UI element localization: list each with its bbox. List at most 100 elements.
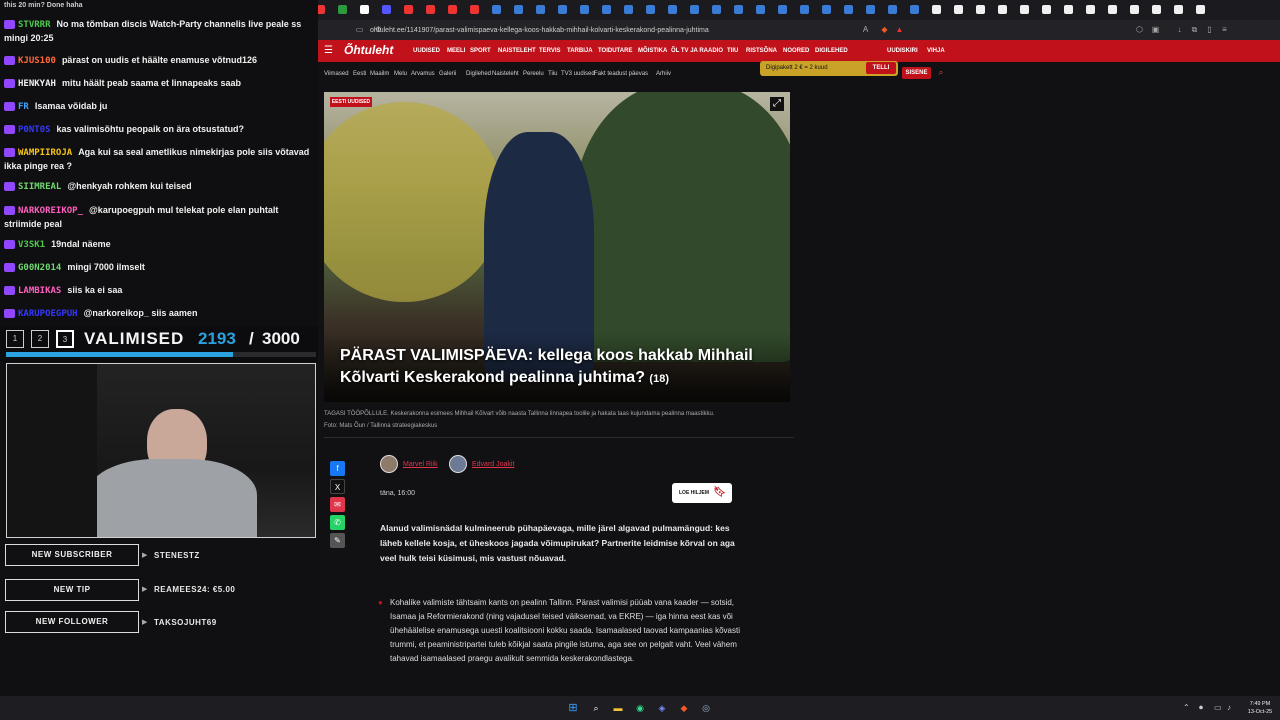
browser-tab-favicon[interactable] [1042,5,1051,14]
extension-icon[interactable]: ⬡ [1135,25,1144,34]
subnav-item[interactable]: Tiiu [548,69,557,79]
sign-in-button[interactable]: SISENE [902,67,931,79]
subnav-item[interactable]: Melu [394,69,407,79]
browser-tab-favicon[interactable] [1064,5,1073,14]
facebook-share-icon[interactable]: f [330,461,345,476]
discord-icon[interactable]: ◈ [656,702,668,714]
article-title[interactable]: PÄRAST VALIMISPÄEVA: kellega koos hakkab… [340,345,760,390]
browser-tab-favicon[interactable] [1086,5,1095,14]
subnav-item[interactable]: Naisteleht [492,69,519,79]
volume-icon[interactable]: ♪ [1227,703,1231,713]
browser-tab-favicon[interactable] [822,5,831,14]
read-later-button[interactable]: LOE HILJEM 🔖︎ [672,483,732,503]
category-tag[interactable]: EESTI UUDISED [330,97,372,107]
obs-icon[interactable]: ◉ [634,702,646,714]
nav-item[interactable]: TERVIS [539,46,561,56]
edit-icon[interactable]: ✎ [330,533,345,548]
browser-tab-favicon[interactable] [1130,5,1139,14]
subnav-item[interactable]: Fakt teadust päevas [594,69,648,79]
browser-tab-favicon[interactable] [778,5,787,14]
browser-tab-favicon[interactable] [338,5,347,14]
bookmark-icon[interactable]: ▭ [355,25,364,34]
clock[interactable]: 7:49 PM 13-Oct-25 [1242,700,1278,716]
rewards-icon[interactable]: ▲ [895,25,904,34]
screenshot-icon[interactable]: ⧉ [1190,25,1199,34]
browser-tab-favicon[interactable] [976,5,985,14]
nav-item[interactable]: MÕISTIKA [638,46,667,56]
file-explorer-icon[interactable]: ▬ [612,702,624,714]
nav-item[interactable]: TARBIJA [567,46,593,56]
browser-tab-favicon[interactable] [800,5,809,14]
nav-item[interactable]: NOORED [783,46,809,56]
subnav-item[interactable]: Arhiiv [656,69,671,79]
translate-icon[interactable]: A [861,25,870,34]
nav-item-right[interactable]: VIHJA [927,46,945,56]
microphone-icon[interactable]: ⏺ [1199,703,1203,713]
browser-tab-favicon[interactable] [734,5,743,14]
browser-tab-favicon[interactable] [1020,5,1029,14]
subnav-item[interactable]: Galerii [439,69,456,79]
browser-tab-favicon[interactable] [954,5,963,14]
subnav-item[interactable]: Viimased [324,69,349,79]
brave-icon[interactable]: ◆ [678,702,690,714]
browser-tab-favicon[interactable] [668,5,677,14]
browser-tab-favicon[interactable] [602,5,611,14]
browser-tab-favicon[interactable] [470,5,479,14]
subnav-item[interactable]: Maailm [370,69,389,79]
browser-tab-favicon[interactable] [580,5,589,14]
comment-count[interactable]: (18) [649,373,669,385]
author-avatar[interactable] [449,455,467,473]
browser-tab-favicon[interactable] [558,5,567,14]
browser-tab-favicon[interactable] [448,5,457,14]
nav-item[interactable]: TIIU [727,46,738,56]
browser-tab-favicon[interactable] [998,5,1007,14]
browser-tab-favicon[interactable] [646,5,655,14]
brave-shield-icon[interactable]: ◆ [880,25,889,34]
browser-tab-favicon[interactable] [382,5,391,14]
tray-chevron-icon[interactable]: ⌃ [1183,703,1190,713]
subscribe-button[interactable]: TELLI [866,62,896,74]
nav-item[interactable]: NAISTELEHT [498,46,536,56]
browser-tab-favicon[interactable] [1108,5,1117,14]
browser-tab-favicon[interactable] [426,5,435,14]
browser-tab-favicon[interactable] [360,5,369,14]
browser-tab-favicon[interactable] [1152,5,1161,14]
browser-tab-favicon[interactable] [932,5,941,14]
browser-tab-favicon[interactable] [866,5,875,14]
nav-item[interactable]: RISTSÕNA [746,46,777,56]
browser-tab-favicon[interactable] [1174,5,1183,14]
search-icon[interactable]: ⌕ [590,702,602,714]
browser-tab-favicon[interactable] [536,5,545,14]
url-text[interactable]: ohtuleht.ee/1141907/parast-valimispaeva-… [370,23,850,38]
hamburger-menu-icon[interactable]: ☰ [324,45,333,57]
browser-tab-favicon[interactable] [404,5,413,14]
browser-tab-favicon[interactable] [1196,5,1205,14]
steam-icon[interactable]: ◎ [700,702,712,714]
nav-item[interactable]: ÕL TV JA RAADIO [671,46,723,56]
nav-item[interactable]: DIGILEHED [815,46,848,56]
search-icon[interactable]: ⌕ [935,67,947,79]
nav-item[interactable]: UUDISED [413,46,440,56]
email-share-icon[interactable]: ✉ [330,497,345,512]
author-avatar[interactable] [380,455,398,473]
site-logo[interactable]: Õhtuleht [344,43,393,57]
nav-item[interactable]: TOIDUTARE [598,46,632,56]
nav-item[interactable]: SPORT [470,46,491,56]
browser-tab-favicon[interactable] [514,5,523,14]
nav-item[interactable]: MEELI [447,46,465,56]
browser-tab-favicon[interactable] [910,5,919,14]
subnav-item[interactable]: Eesti [353,69,366,79]
browser-tab-favicon[interactable] [888,5,897,14]
subnav-item[interactable]: Arvamus [411,69,435,79]
browser-tab-favicon[interactable] [844,5,853,14]
menu-icon[interactable]: ≡ [1220,25,1229,34]
download-icon[interactable]: ↓ [1175,25,1184,34]
wallet-icon[interactable]: ▣ [1151,25,1160,34]
start-icon[interactable]: ⊞ [567,702,579,714]
whatsapp-share-icon[interactable]: ✆ [330,515,345,530]
author-link-1[interactable]: Marvel Riik [403,460,438,469]
nav-item-right[interactable]: UUDISKIRI [887,46,918,56]
author-link-2[interactable]: Edvard Joakit [472,460,514,469]
browser-tab-favicon[interactable] [492,5,501,14]
browser-tab-favicon[interactable] [624,5,633,14]
